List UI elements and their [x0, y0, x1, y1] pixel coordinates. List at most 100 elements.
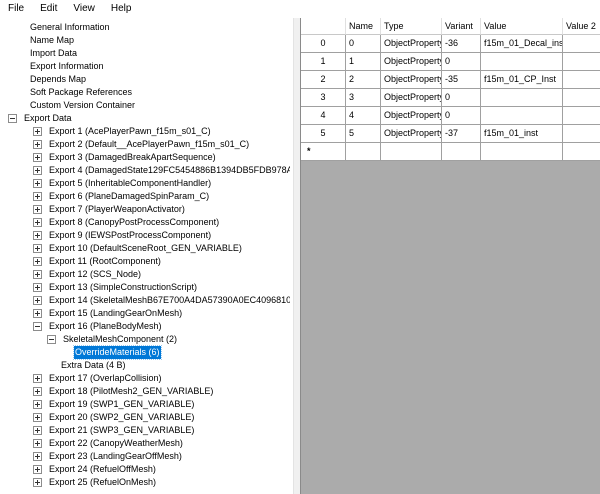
grid-cell[interactable]: ObjectProperty — [381, 107, 442, 125]
tree-node[interactable]: Export 24 (RefuelOffMesh) — [33, 463, 157, 476]
grid-cell[interactable]: -36 — [442, 35, 481, 53]
new-row-marker[interactable]: * — [301, 143, 346, 161]
tree-node[interactable]: Export 14 (SkeletalMeshB67E700A4DA57390A… — [33, 294, 290, 307]
expand-icon[interactable] — [33, 439, 42, 448]
tree-node[interactable]: Export 13 (SimpleConstructionScript) — [33, 281, 198, 294]
tree-node[interactable]: Export 10 (DefaultSceneRoot_GEN_VARIABLE… — [33, 242, 243, 255]
grid-cell[interactable] — [381, 143, 442, 161]
tree-node[interactable]: Export 7 (PlayerWeaponActivator) — [33, 203, 186, 216]
tree-node[interactable]: Extra Data (4 B) — [60, 359, 127, 372]
row-header[interactable]: 5 — [301, 125, 346, 143]
grid-cell[interactable] — [563, 143, 600, 161]
column-header[interactable]: Value 2 — [563, 18, 600, 35]
grid-cell[interactable]: 2 — [346, 71, 381, 89]
tree-node[interactable]: SkeletalMeshComponent (2) — [47, 333, 178, 346]
grid-cell[interactable] — [563, 35, 600, 53]
grid-cell[interactable]: 0 — [442, 89, 481, 107]
menu-file[interactable]: File — [0, 0, 33, 18]
expand-icon[interactable] — [33, 374, 42, 383]
expand-icon[interactable] — [33, 257, 42, 266]
tree-node[interactable]: Export Data — [8, 112, 73, 125]
tree-node[interactable]: Export 9 (IEWSPostProcessComponent) — [33, 229, 212, 242]
tree-node[interactable]: Depends Map — [29, 73, 87, 86]
tree-node[interactable]: Name Map — [29, 34, 75, 47]
row-header[interactable]: 2 — [301, 71, 346, 89]
expand-icon[interactable] — [33, 478, 42, 487]
grid-cell[interactable]: 0 — [442, 107, 481, 125]
tree-node[interactable]: Export 2 (Default__AcePlayerPawn_f15m_s0… — [33, 138, 250, 151]
collapse-icon[interactable] — [47, 335, 56, 344]
grid-cell[interactable] — [481, 107, 563, 125]
grid-cell[interactable]: 4 — [346, 107, 381, 125]
expand-icon[interactable] — [33, 244, 42, 253]
tree-node[interactable]: OverrideMaterials (6) — [73, 345, 162, 360]
tree-node[interactable]: Export 17 (OverlapCollision) — [33, 372, 163, 385]
row-header[interactable]: 0 — [301, 35, 346, 53]
tree-node[interactable]: General Information — [29, 21, 111, 34]
grid-cell[interactable]: 5 — [346, 125, 381, 143]
menu-edit[interactable]: Edit — [33, 0, 66, 18]
tree-node[interactable]: Export 18 (PilotMesh2_GEN_VARIABLE) — [33, 385, 214, 398]
grid-cell[interactable] — [563, 125, 600, 143]
grid-cell[interactable]: ObjectProperty — [381, 71, 442, 89]
expand-icon[interactable] — [33, 205, 42, 214]
column-header[interactable]: Variant — [442, 18, 481, 35]
tree-view[interactable]: General Information Name Map Import Data Ex… — [0, 18, 290, 494]
expand-icon[interactable] — [33, 387, 42, 396]
tree-node[interactable]: Export 8 (CanopyPostProcessComponent) — [33, 216, 220, 229]
grid-corner-header[interactable] — [301, 18, 346, 35]
grid-cell[interactable]: 1 — [346, 53, 381, 71]
expand-icon[interactable] — [33, 218, 42, 227]
expand-icon[interactable] — [33, 400, 42, 409]
grid-cell[interactable]: ObjectProperty — [381, 125, 442, 143]
menu-help[interactable]: Help — [104, 0, 141, 18]
tree-node[interactable]: Export 12 (SCS_Node) — [33, 268, 142, 281]
expand-icon[interactable] — [33, 465, 42, 474]
grid-cell[interactable]: ObjectProperty — [381, 35, 442, 53]
tree-node[interactable]: Import Data — [29, 47, 78, 60]
grid-cell[interactable]: 3 — [346, 89, 381, 107]
tree-node[interactable]: Export 25 (RefuelOnMesh) — [33, 476, 157, 489]
tree-node[interactable]: Export 20 (SWP2_GEN_VARIABLE) — [33, 411, 195, 424]
tree-node[interactable]: Export Information — [29, 60, 105, 73]
row-header[interactable]: 4 — [301, 107, 346, 125]
grid-cell[interactable] — [481, 89, 563, 107]
grid-cell[interactable] — [481, 143, 563, 161]
row-header[interactable]: 3 — [301, 89, 346, 107]
grid-cell[interactable]: f15m_01_Decal_inst — [481, 35, 563, 53]
tree-node[interactable]: Export 23 (LandingGearOffMesh) — [33, 450, 183, 463]
panel-splitter[interactable] — [293, 18, 300, 494]
grid-cell[interactable]: f15m_01_inst — [481, 125, 563, 143]
grid-cell[interactable] — [346, 143, 381, 161]
tree-node[interactable]: Export 16 (PlaneBodyMesh) — [33, 320, 163, 333]
tree-node[interactable]: Export 22 (CanopyWeatherMesh) — [33, 437, 184, 450]
tree-node[interactable]: Custom Version Container — [29, 99, 136, 112]
expand-icon[interactable] — [33, 231, 42, 240]
tree-node[interactable]: Soft Package References — [29, 86, 133, 99]
column-header[interactable]: Name — [346, 18, 381, 35]
grid-cell[interactable] — [442, 143, 481, 161]
tree-node[interactable]: Export 4 (DamagedState129FC5454886B1394D… — [33, 164, 290, 177]
data-grid[interactable]: Name Type Variant Value Value 2 0 0 ObjectPrope… — [300, 18, 600, 494]
menu-view[interactable]: View — [66, 0, 104, 18]
expand-icon[interactable] — [33, 140, 42, 149]
expand-icon[interactable] — [33, 283, 42, 292]
grid-cell[interactable] — [563, 71, 600, 89]
expand-icon[interactable] — [33, 309, 42, 318]
tree-node[interactable]: Export 21 (SWP3_GEN_VARIABLE) — [33, 424, 195, 437]
tree-node[interactable]: Export 19 (SWP1_GEN_VARIABLE) — [33, 398, 195, 411]
expand-icon[interactable] — [33, 179, 42, 188]
expand-icon[interactable] — [33, 166, 42, 175]
tree-node[interactable]: Export 11 (RootComponent) — [33, 255, 162, 268]
collapse-icon[interactable] — [33, 322, 42, 331]
grid-cell[interactable]: ObjectProperty — [381, 53, 442, 71]
row-header[interactable]: 1 — [301, 53, 346, 71]
grid-cell[interactable]: ObjectProperty — [381, 89, 442, 107]
tree-node[interactable]: Export 15 (LandingGearOnMesh) — [33, 307, 183, 320]
grid-cell[interactable]: f15m_01_CP_Inst — [481, 71, 563, 89]
tree-node[interactable]: Export 1 (AcePlayerPawn_f15m_s01_C) — [33, 125, 212, 138]
column-header[interactable]: Type — [381, 18, 442, 35]
expand-icon[interactable] — [33, 426, 42, 435]
expand-icon[interactable] — [33, 153, 42, 162]
expand-icon[interactable] — [33, 270, 42, 279]
